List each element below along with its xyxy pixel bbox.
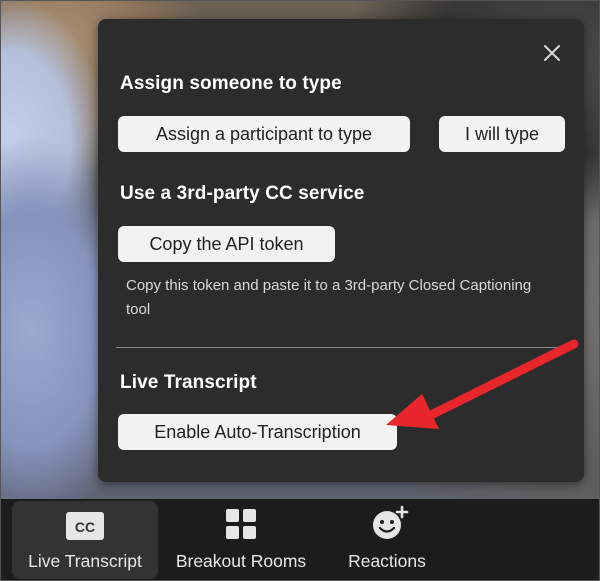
screenshot-frame: Assign someone to type Assign a particip… (0, 0, 600, 581)
live-transcript-section-title: Live Transcript (120, 372, 257, 393)
cc-badge-text: CC (75, 519, 95, 535)
meeting-toolbar: CC Live Transcript Breakout Rooms Reacti… (1, 499, 599, 580)
i-will-type-button[interactable]: I will type (439, 116, 565, 152)
grid-icon (226, 509, 256, 539)
section-divider (116, 347, 566, 348)
breakout-rooms-tool[interactable]: Breakout Rooms (166, 499, 316, 580)
copy-api-token-button[interactable]: Copy the API token (118, 226, 335, 262)
enable-auto-transcription-button[interactable]: Enable Auto-Transcription (118, 414, 397, 450)
breakout-rooms-tool-label: Breakout Rooms (175, 551, 307, 571)
assign-section-title: Assign someone to type (120, 73, 342, 94)
reactions-tool[interactable]: Reactions (331, 499, 443, 580)
api-token-description: Copy this token and paste it to a 3rd-pa… (126, 277, 532, 318)
cc-icon: CC (66, 512, 104, 540)
assign-participant-button[interactable]: Assign a participant to type (118, 116, 410, 152)
reactions-tool-label: Reactions (348, 551, 426, 571)
close-icon[interactable] (542, 43, 562, 63)
live-transcript-tool[interactable]: CC Live Transcript (12, 501, 158, 579)
live-transcript-tool-label: Live Transcript (28, 551, 142, 571)
third-party-section-title: Use a 3rd-party CC service (120, 183, 365, 204)
smiley-plus-icon (373, 505, 409, 539)
